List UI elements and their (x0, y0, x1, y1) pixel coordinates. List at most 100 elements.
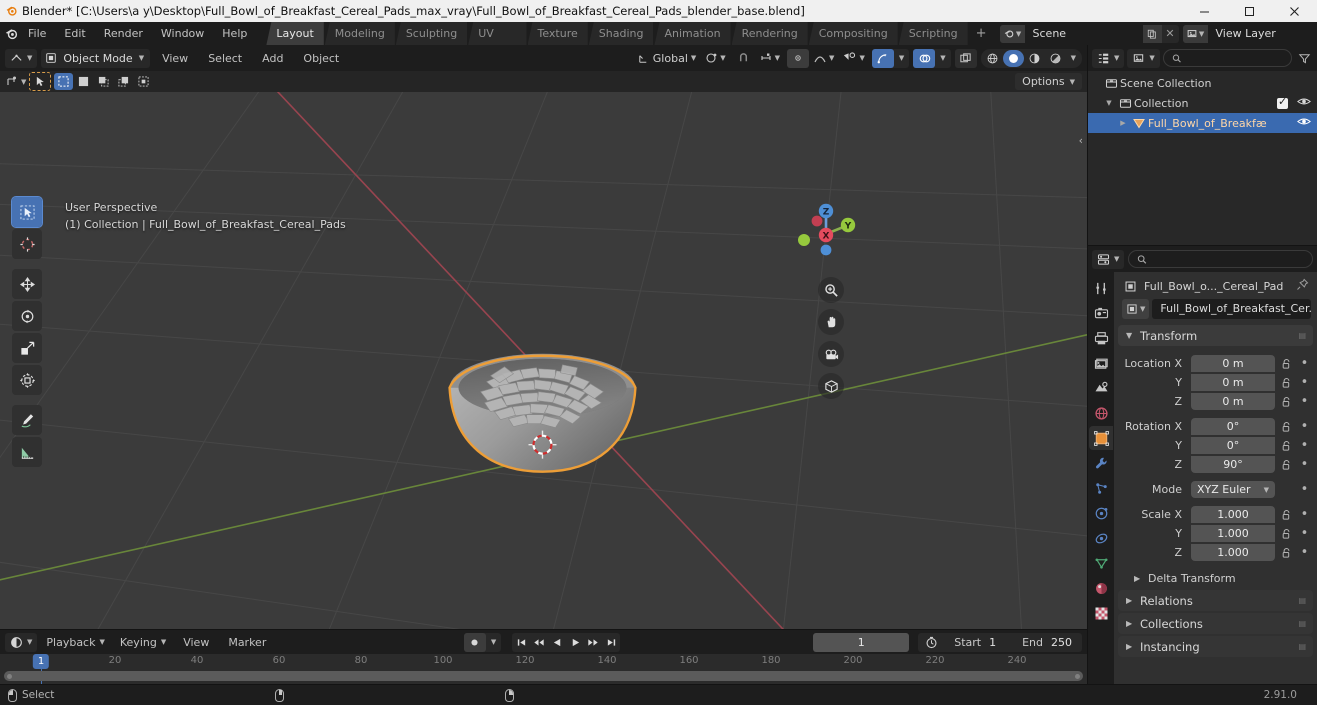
outliner-row-scene-collection[interactable]: Scene Collection (1088, 73, 1317, 93)
shading-solid-icon[interactable] (1002, 49, 1024, 67)
gizmo-toggle-group[interactable]: ▼ (871, 48, 910, 68)
select-invert-icon[interactable] (114, 73, 133, 90)
scale-z-field[interactable]: 1.000 (1191, 544, 1275, 561)
rotation-y-lock-icon[interactable] (1278, 440, 1295, 452)
scene-selector[interactable]: ▼ Scene ✕ (999, 24, 1179, 43)
output-tab[interactable] (1089, 326, 1113, 350)
particles-tab[interactable] (1089, 476, 1113, 500)
rotation-mode-dropdown[interactable]: XYZ Euler ▼ (1191, 481, 1275, 498)
annotate-tool[interactable] (12, 405, 42, 435)
timeline-editor-selector[interactable]: ▼ (5, 632, 38, 652)
select-box-icon[interactable] (54, 73, 74, 90)
tool-tab[interactable] (1089, 276, 1113, 300)
constraints-tab[interactable] (1089, 526, 1113, 550)
editor-type-icon[interactable] (5, 49, 27, 68)
world-tab[interactable] (1089, 401, 1113, 425)
texture-tab[interactable] (1089, 601, 1113, 625)
snap-settings-group[interactable]: ▼ (759, 51, 783, 65)
rotation-mode-animate-dot[interactable]: • (1298, 483, 1311, 496)
scale-tool[interactable] (12, 333, 42, 363)
scale-x-field[interactable]: 1.000 (1191, 506, 1275, 523)
collection-expand-triangle[interactable]: ▼ (1102, 99, 1116, 107)
timeline-playhead[interactable]: 1 (32, 654, 50, 669)
scale-y-lock-icon[interactable] (1278, 528, 1295, 540)
rotation-x-lock-icon[interactable] (1278, 421, 1295, 433)
outliner-row-object[interactable]: ▶ Full_Bowl_of_Breakfæ (1088, 113, 1317, 133)
play-button[interactable] (566, 633, 584, 652)
outliner-editor-type[interactable]: ▼ (1092, 48, 1125, 68)
xray-toggle-icon[interactable] (954, 48, 977, 68)
physics-tab[interactable] (1089, 501, 1113, 525)
properties-search-input[interactable] (1128, 250, 1313, 268)
properties-search-field[interactable] (1152, 252, 1304, 266)
outliner-display-mode[interactable]: ▼ (1127, 48, 1160, 68)
rotation-z-field[interactable]: 90° (1191, 456, 1275, 473)
filter-icon[interactable] (1295, 49, 1313, 68)
outliner-row-collection[interactable]: ▼ Collection (1088, 93, 1317, 113)
view-layer-display-icon[interactable] (1127, 49, 1149, 68)
pivot-point-group[interactable]: ▼ (704, 51, 728, 65)
blender-menu-icon[interactable] (4, 26, 19, 41)
tweak-tool-icon[interactable] (29, 72, 52, 91)
tab-layout[interactable]: Layout (266, 22, 324, 45)
outliner-search-input[interactable] (1162, 49, 1292, 67)
end-frame-value[interactable]: 250 (1043, 636, 1082, 649)
material-tab[interactable] (1089, 576, 1113, 600)
shading-rendered-icon[interactable] (1045, 50, 1066, 67)
gizmo-icon[interactable] (871, 48, 894, 68)
add-workspace-button[interactable]: + (969, 22, 994, 45)
outliner-icon[interactable] (1092, 49, 1114, 68)
scale-x-lock-icon[interactable] (1278, 509, 1295, 521)
rotation-z-lock-icon[interactable] (1278, 459, 1295, 471)
options-dropdown[interactable]: Options ▼ (1015, 73, 1082, 90)
scale-x-animate-dot[interactable]: • (1298, 508, 1311, 521)
cursor-tool[interactable] (12, 229, 42, 259)
object-name-field[interactable]: Full_Bowl_of_Breakfast_Cer... (1152, 299, 1311, 319)
object-id-icon[interactable]: ▼ (1122, 299, 1150, 319)
play-reverse-button[interactable] (548, 633, 566, 652)
pin-icon[interactable] (1296, 278, 1309, 294)
relations-panel-header[interactable]: ▶ Relations ▤ (1118, 590, 1313, 611)
rotation-x-animate-dot[interactable]: • (1298, 420, 1311, 433)
tab-rendering[interactable]: Rendering (731, 22, 808, 45)
jump-to-end-button[interactable] (602, 633, 620, 652)
location-y-lock-icon[interactable] (1278, 377, 1295, 389)
timeline-scrollbar[interactable] (4, 671, 1083, 681)
transform-tool[interactable] (12, 365, 42, 395)
delta-transform-panel[interactable]: ▶ Delta Transform (1114, 568, 1317, 588)
view-layer-selector[interactable]: ▼ View Layer ✕ (1182, 24, 1317, 43)
zoom-icon[interactable] (818, 277, 844, 303)
location-y-animate-dot[interactable]: • (1298, 376, 1311, 389)
location-x-field[interactable]: 0 m (1191, 355, 1275, 372)
viewport-menu-add[interactable]: Add (254, 49, 291, 68)
move-tool[interactable] (12, 269, 42, 299)
tab-modeling[interactable]: Modeling (324, 22, 395, 45)
menu-file[interactable]: File (19, 24, 55, 43)
ortho-persp-icon[interactable] (818, 373, 844, 399)
scale-y-animate-dot[interactable]: • (1298, 527, 1311, 540)
collections-panel-header[interactable]: ▶ Collections ▤ (1118, 613, 1313, 634)
transform-panel-header[interactable]: ▼ Transform ▤ (1118, 325, 1313, 346)
object-data-tab[interactable] (1089, 551, 1113, 575)
overlays-icon[interactable] (913, 48, 936, 68)
timeline-ruler-area[interactable]: 20 40 60 80 100 120 140 160 180 200 220 … (0, 654, 1087, 684)
object-expand-triangle[interactable]: ▶ (1116, 119, 1130, 127)
location-x-animate-dot[interactable]: • (1298, 357, 1311, 370)
select-extend-icon[interactable] (74, 73, 93, 90)
render-tab[interactable] (1089, 301, 1113, 325)
timeline-icon[interactable] (5, 633, 27, 652)
minimize-button[interactable] (1182, 0, 1227, 22)
tab-shading[interactable]: Shading (588, 22, 654, 45)
camera-icon[interactable] (818, 341, 844, 367)
properties-editor-type[interactable]: ▼ (1092, 249, 1125, 269)
menu-render[interactable]: Render (95, 24, 152, 43)
timeline-menu-view[interactable]: View (175, 633, 217, 652)
modifier-tab[interactable] (1089, 451, 1113, 475)
collection-exclude-checkbox[interactable] (1277, 95, 1288, 109)
remove-scene-button[interactable]: ✕ (1162, 25, 1179, 43)
falloff-group[interactable]: ▼ (813, 51, 838, 65)
location-y-field[interactable]: 0 m (1191, 374, 1275, 391)
outliner-search-field[interactable] (1186, 51, 1283, 65)
rotation-y-animate-dot[interactable]: • (1298, 439, 1311, 452)
new-scene-button[interactable] (1142, 24, 1162, 43)
